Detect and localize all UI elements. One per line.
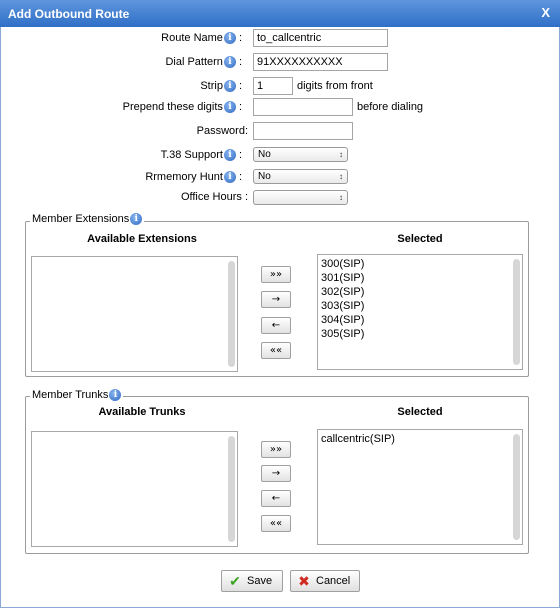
colon: : (238, 101, 242, 113)
remove-all-trunks-button[interactable]: «« (261, 515, 291, 532)
info-icon[interactable]: i (223, 56, 236, 68)
save-button[interactable]: ✔ Save (221, 570, 283, 592)
prepend-label-text: Prepend these digits (122, 101, 223, 113)
dial-pattern-label: Dial Pattern i: (165, 56, 242, 68)
member-extensions-legend-text: Member Extensions (32, 213, 130, 225)
cancel-button-label: Cancel (316, 575, 351, 587)
checkmark-icon: ✔ (229, 573, 241, 589)
cancel-x-icon: ✖ (298, 573, 310, 589)
extension-list-item[interactable]: 302(SIP) (321, 285, 364, 299)
strip-label: Strip i: (200, 80, 242, 92)
add-extension-button[interactable]: → (261, 291, 291, 308)
t38-label: T.38 Support i: (161, 149, 242, 161)
save-button-label: Save (247, 575, 273, 587)
add-trunk-button[interactable]: → (261, 465, 291, 482)
route-name-input[interactable] (253, 29, 388, 47)
member-extensions-legend: Member Extensions i (30, 213, 145, 225)
colon: : (238, 32, 242, 44)
close-icon[interactable]: X (541, 5, 550, 20)
t38-select-value: No (258, 149, 271, 160)
dial-pattern-input[interactable] (253, 53, 388, 71)
extension-list-item[interactable]: 304(SIP) (321, 313, 364, 327)
selected-extensions-header: Selected (397, 233, 443, 245)
t38-label-text: T.38 Support (160, 149, 223, 161)
rrmemory-select[interactable]: No ↕ (253, 169, 348, 184)
select-arrows-icon: ↕ (339, 150, 343, 159)
remove-extension-button[interactable]: ← (261, 317, 291, 334)
prepend-suffix: before dialing (357, 101, 424, 113)
office-hours-label: Office Hours : (180, 191, 248, 203)
cancel-button[interactable]: ✖ Cancel (290, 570, 360, 592)
selected-extensions-list[interactable]: 300(SIP) 301(SIP) 302(SIP) 303(SIP) 304(SIP)… (317, 254, 523, 370)
extension-list-item[interactable]: 305(SIP) (321, 327, 364, 341)
remove-all-extensions-button[interactable]: «« (261, 342, 291, 359)
extension-list-item[interactable]: 300(SIP) (321, 257, 364, 271)
rrmemory-label-text: Rrmemory Hunt (145, 171, 223, 183)
trunk-list-item[interactable]: callcentric(SIP) (321, 432, 395, 446)
member-trunks-legend: Member Trunks i (30, 389, 124, 401)
dial-pattern-label-text: Dial Pattern (165, 56, 223, 68)
selected-extensions-items: 300(SIP) 301(SIP) 302(SIP) 303(SIP) 304(SIP)… (321, 257, 364, 341)
info-icon[interactable]: i (223, 149, 236, 161)
colon: : (238, 149, 242, 161)
info-icon[interactable]: i (223, 101, 236, 113)
prepend-input[interactable] (253, 98, 353, 116)
select-arrows-icon: ↕ (339, 172, 343, 181)
info-icon[interactable]: i (223, 171, 236, 183)
t38-select[interactable]: No ↕ (253, 147, 348, 162)
prepend-label: Prepend these digits i: (123, 101, 242, 113)
strip-label-text: Strip (200, 80, 223, 92)
scrollbar[interactable] (228, 436, 235, 542)
colon: : (238, 80, 242, 92)
available-extensions-header: Available Extensions (87, 233, 197, 245)
info-icon[interactable]: i (223, 80, 236, 92)
selected-trunks-header: Selected (397, 406, 443, 418)
select-arrows-icon: ↕ (339, 193, 343, 202)
password-label: Password: (196, 125, 248, 137)
password-input[interactable] (253, 122, 353, 140)
scrollbar[interactable] (513, 434, 520, 540)
available-extensions-list[interactable] (31, 256, 238, 372)
add-all-extensions-button[interactable]: »» (261, 266, 291, 283)
available-trunks-list[interactable] (31, 431, 238, 547)
route-name-label: Route Name i: (161, 32, 242, 44)
extension-list-item[interactable]: 303(SIP) (321, 299, 364, 313)
info-icon[interactable]: i (109, 389, 122, 401)
route-name-label-text: Route Name (161, 32, 223, 44)
rrmemory-label: Rrmemory Hunt i: (145, 171, 242, 183)
add-all-trunks-button[interactable]: »» (261, 441, 291, 458)
info-icon[interactable]: i (130, 213, 143, 225)
rrmemory-select-value: No (258, 171, 271, 182)
scrollbar[interactable] (228, 261, 235, 367)
colon: : (238, 171, 242, 183)
available-trunks-header: Available Trunks (98, 406, 186, 418)
dialog-titlebar: Add Outbound Route X (0, 0, 560, 27)
strip-input[interactable] (253, 77, 293, 95)
member-trunks-legend-text: Member Trunks (32, 389, 109, 401)
selected-trunks-items: callcentric(SIP) (321, 432, 395, 446)
dialog-title: Add Outbound Route (8, 7, 130, 21)
colon: : (238, 56, 242, 68)
info-icon[interactable]: i (223, 32, 236, 44)
selected-trunks-list[interactable]: callcentric(SIP) (317, 429, 523, 545)
office-hours-select[interactable]: ↕ (253, 190, 348, 205)
scrollbar[interactable] (513, 259, 520, 365)
remove-trunk-button[interactable]: ← (261, 490, 291, 507)
extension-list-item[interactable]: 301(SIP) (321, 271, 364, 285)
strip-suffix: digits from front (297, 80, 373, 92)
